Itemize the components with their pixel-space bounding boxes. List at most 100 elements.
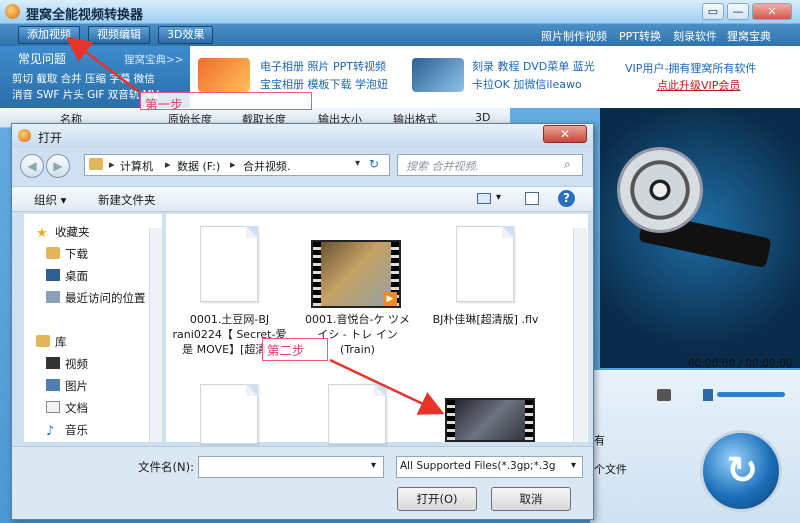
file-list-scrollbar[interactable] xyxy=(573,228,587,442)
filename-dropdown-icon[interactable]: ▾ xyxy=(371,460,376,471)
promo-banner: 常见问题 狸窝宝典>> 剪切 截取 合并 压缩 字幕 微信 消音 SWF 片头 … xyxy=(0,46,800,108)
keywords-row-2[interactable]: 消音 SWF 片头 GIF 双音轨 MV xyxy=(12,87,159,102)
path-computer[interactable]: 计算机 xyxy=(120,158,153,174)
nav-documents[interactable]: 文档 xyxy=(46,400,88,418)
command-bar: 组织 ▾ 新建文件夹 ▾ ? xyxy=(12,186,593,212)
filename-input[interactable]: ▾ xyxy=(198,456,384,478)
faq-link[interactable]: 常见问题 xyxy=(18,50,66,67)
file-type-select[interactable]: All Supported Files(*.3gp;*.3g ▾ xyxy=(396,456,583,478)
dialog-bottom: 文件名(N): ▾ All Supported Files(*.3gp;*.3g… xyxy=(12,446,593,519)
side-text-2: 个文件 xyxy=(594,463,627,476)
top-link-burn[interactable]: 刻录软件 xyxy=(673,28,717,44)
keywords-row-1[interactable]: 剪切 截取 合并 压缩 字幕 微信 xyxy=(12,71,155,86)
nav-downloads[interactable]: 下载 xyxy=(46,246,88,264)
navigation-pane: ★ 收藏夹 下载 桌面 最近访问的位置 库 视频 图片 文档 ♪ 音乐 xyxy=(24,214,162,442)
top-link-photo-video[interactable]: 照片制作视频 xyxy=(541,28,607,44)
step1-annotation: 第一步 xyxy=(140,92,312,112)
baodian-link[interactable]: 狸窝宝典>> xyxy=(124,52,184,67)
nav-favorites[interactable]: ★ 收藏夹 xyxy=(36,224,90,242)
time-display: 00:00:00 / 00:00:00 xyxy=(688,358,793,370)
nav-recent[interactable]: 最近访问的位置 xyxy=(46,290,146,308)
dialog-close-button[interactable]: ✕ xyxy=(543,125,587,143)
nav-libraries[interactable]: 库 xyxy=(36,334,67,352)
organize-menu[interactable]: 组织 ▾ xyxy=(34,192,66,208)
top-link-ppt[interactable]: PPT转换 xyxy=(619,28,661,44)
downloads-folder-icon xyxy=(46,247,60,259)
video-thumb-2[interactable] xyxy=(445,398,535,442)
nav-videos[interactable]: 视频 xyxy=(46,356,88,374)
add-video-button[interactable]: 添加视频 xyxy=(18,26,80,44)
search-placeholder: 搜索 合并视频. xyxy=(406,160,479,173)
nav-libraries-label: 库 xyxy=(55,335,67,349)
file-type-dropdown-icon[interactable]: ▾ xyxy=(571,460,577,471)
convert-arrow-icon: ↻ xyxy=(726,448,758,492)
path-dropdown-icon[interactable]: ▾ xyxy=(355,158,360,169)
nav-documents-label: 文档 xyxy=(65,401,88,415)
dialog-title: 打开 xyxy=(38,131,63,145)
search-icon: ⌕ xyxy=(564,157,571,171)
filename-label: 文件名(N): xyxy=(138,460,194,474)
app-title: 狸窝全能视频转换器 xyxy=(26,8,144,23)
promo-mid-row-2[interactable]: 宝宝相册 模板下载 学泡妞 xyxy=(260,76,388,92)
restore-button[interactable]: ▭ xyxy=(702,3,724,20)
open-button[interactable]: 打开(O) xyxy=(397,487,477,511)
library-icon xyxy=(36,335,50,347)
file-type-value: All Supported Files(*.3gp;*.3g xyxy=(400,460,556,472)
dvd-phone-icon xyxy=(412,58,464,92)
nav-music[interactable]: ♪ 音乐 xyxy=(46,422,88,440)
nav-pictures[interactable]: 图片 xyxy=(46,378,88,396)
file-icon-3[interactable] xyxy=(456,226,514,302)
promo-right-row-1[interactable]: 刻录 教程 DVD菜单 蓝光 xyxy=(472,58,595,74)
help-icon[interactable]: ? xyxy=(558,190,575,207)
player-controls xyxy=(595,388,795,402)
vip-upgrade-link[interactable]: 点此升级VIP会员 xyxy=(657,77,740,93)
view-dropdown-icon[interactable]: ▾ xyxy=(496,192,501,203)
film-reel-icon xyxy=(620,150,700,230)
vip-text: VIP用户-拥有狸窝所有软件 xyxy=(625,62,757,75)
videos-icon xyxy=(46,357,60,369)
folder-icon xyxy=(89,158,103,170)
minimize-button[interactable]: — xyxy=(727,3,749,20)
nav-music-label: 音乐 xyxy=(65,423,88,437)
new-folder-button[interactable]: 新建文件夹 xyxy=(98,192,156,208)
file-icon-5[interactable] xyxy=(328,384,386,444)
promo-mid-row-1[interactable]: 电子相册 照片 PPT转视频 xyxy=(260,58,386,74)
nav-desktop-label: 桌面 xyxy=(65,269,88,283)
step2-label: 第二步 xyxy=(267,343,305,358)
search-input[interactable]: 搜索 合并视频. ⌕ xyxy=(397,154,583,176)
effect-3d-button[interactable]: 3D效果 xyxy=(158,26,214,44)
top-link-baodian[interactable]: 狸窝宝典 xyxy=(727,28,771,44)
volume-icon[interactable] xyxy=(703,389,713,401)
main-toolbar: 添加视频 视频编辑 3D效果 照片制作视频 PPT转换 刻录软件 狸窝宝典 xyxy=(0,24,800,46)
address-row: ◀ ▶ ▸ 计算机 ▸ 数据 (F:) ▸ 合并视频. ▾ ↻ 搜索 合并视频.… xyxy=(12,150,593,182)
side-text-1: 有 xyxy=(594,434,605,447)
nav-scrollbar[interactable] xyxy=(149,228,162,442)
forward-button[interactable]: ▶ xyxy=(46,154,70,178)
path-drive[interactable]: 数据 (F:) xyxy=(177,158,220,174)
preview-pane-icon[interactable] xyxy=(525,192,539,205)
play-badge-icon: ▶ xyxy=(383,292,397,306)
nav-desktop[interactable]: 桌面 xyxy=(46,268,88,286)
close-button[interactable]: ✕ xyxy=(752,3,792,20)
back-button[interactable]: ◀ xyxy=(20,154,44,178)
step1-label: 第一步 xyxy=(145,97,183,112)
address-bar[interactable]: ▸ 计算机 ▸ 数据 (F:) ▸ 合并视频. ▾ ↻ xyxy=(84,154,390,176)
volume-slider[interactable] xyxy=(717,392,785,397)
file-list: 0001.土豆网-BJ rani0224【 Secret-爱是 MOVE】[超清… xyxy=(166,214,588,444)
promo-right-row-2[interactable]: 卡拉OK 加微信ileawo xyxy=(472,76,582,92)
view-icon[interactable] xyxy=(477,193,491,204)
path-folder[interactable]: 合并视频. xyxy=(243,158,291,174)
snapshot-icon[interactable] xyxy=(657,389,671,401)
file-icon-4[interactable] xyxy=(200,384,258,444)
nav-downloads-label: 下载 xyxy=(65,247,88,261)
cancel-button[interactable]: 取消 xyxy=(491,487,571,511)
refresh-icon[interactable]: ↻ xyxy=(369,157,379,171)
star-icon: ★ xyxy=(36,226,48,241)
file-icon-1[interactable] xyxy=(200,226,258,302)
file-name-3[interactable]: BJ朴佳琳[超清版] .flv xyxy=(428,312,543,327)
video-thumb-1[interactable]: ▶ xyxy=(311,240,401,308)
edit-video-button[interactable]: 视频编辑 xyxy=(88,26,150,44)
app-logo-icon xyxy=(5,4,20,19)
nav-favorites-label: 收藏夹 xyxy=(55,225,90,239)
documents-icon xyxy=(46,401,60,413)
